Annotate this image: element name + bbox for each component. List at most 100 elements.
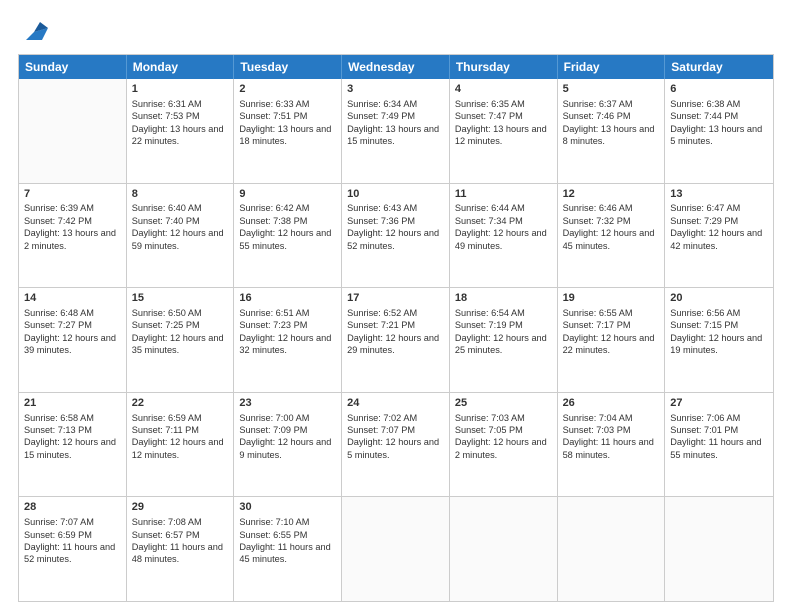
day-number: 10 bbox=[347, 187, 444, 202]
daylight-text: Daylight: 12 hours and 32 minutes. bbox=[239, 332, 336, 357]
calendar-cell: 12Sunrise: 6:46 AMSunset: 7:32 PMDayligh… bbox=[558, 184, 666, 288]
calendar-cell: 24Sunrise: 7:02 AMSunset: 7:07 PMDayligh… bbox=[342, 393, 450, 497]
sunset-text: Sunset: 7:25 PM bbox=[132, 319, 229, 331]
calendar-row: 1Sunrise: 6:31 AMSunset: 7:53 PMDaylight… bbox=[19, 79, 773, 184]
daylight-text: Daylight: 13 hours and 18 minutes. bbox=[239, 123, 336, 148]
calendar-cell: 22Sunrise: 6:59 AMSunset: 7:11 PMDayligh… bbox=[127, 393, 235, 497]
sunrise-text: Sunrise: 7:00 AM bbox=[239, 412, 336, 424]
day-number: 28 bbox=[24, 500, 121, 515]
day-number: 23 bbox=[239, 396, 336, 411]
day-number: 17 bbox=[347, 291, 444, 306]
sunset-text: Sunset: 7:15 PM bbox=[670, 319, 768, 331]
logo-icon bbox=[20, 18, 48, 46]
sunset-text: Sunset: 7:32 PM bbox=[563, 215, 660, 227]
calendar-cell: 23Sunrise: 7:00 AMSunset: 7:09 PMDayligh… bbox=[234, 393, 342, 497]
calendar-cell: 5Sunrise: 6:37 AMSunset: 7:46 PMDaylight… bbox=[558, 79, 666, 183]
sunrise-text: Sunrise: 6:43 AM bbox=[347, 202, 444, 214]
daylight-text: Daylight: 12 hours and 29 minutes. bbox=[347, 332, 444, 357]
day-number: 21 bbox=[24, 396, 121, 411]
sunrise-text: Sunrise: 6:54 AM bbox=[455, 307, 552, 319]
daylight-text: Daylight: 12 hours and 12 minutes. bbox=[132, 436, 229, 461]
sunset-text: Sunset: 7:46 PM bbox=[563, 110, 660, 122]
sunrise-text: Sunrise: 7:04 AM bbox=[563, 412, 660, 424]
daylight-text: Daylight: 12 hours and 59 minutes. bbox=[132, 227, 229, 252]
calendar-cell: 27Sunrise: 7:06 AMSunset: 7:01 PMDayligh… bbox=[665, 393, 773, 497]
calendar-row: 14Sunrise: 6:48 AMSunset: 7:27 PMDayligh… bbox=[19, 288, 773, 393]
sunset-text: Sunset: 6:59 PM bbox=[24, 529, 121, 541]
calendar-cell: 6Sunrise: 6:38 AMSunset: 7:44 PMDaylight… bbox=[665, 79, 773, 183]
calendar-cell: 29Sunrise: 7:08 AMSunset: 6:57 PMDayligh… bbox=[127, 497, 235, 601]
day-number: 8 bbox=[132, 187, 229, 202]
sunset-text: Sunset: 7:42 PM bbox=[24, 215, 121, 227]
calendar-cell: 16Sunrise: 6:51 AMSunset: 7:23 PMDayligh… bbox=[234, 288, 342, 392]
daylight-text: Daylight: 12 hours and 22 minutes. bbox=[563, 332, 660, 357]
calendar-cell: 30Sunrise: 7:10 AMSunset: 6:55 PMDayligh… bbox=[234, 497, 342, 601]
calendar-cell: 25Sunrise: 7:03 AMSunset: 7:05 PMDayligh… bbox=[450, 393, 558, 497]
sunrise-text: Sunrise: 6:47 AM bbox=[670, 202, 768, 214]
sunrise-text: Sunrise: 6:39 AM bbox=[24, 202, 121, 214]
calendar-cell: 8Sunrise: 6:40 AMSunset: 7:40 PMDaylight… bbox=[127, 184, 235, 288]
calendar-cell: 9Sunrise: 6:42 AMSunset: 7:38 PMDaylight… bbox=[234, 184, 342, 288]
day-number: 15 bbox=[132, 291, 229, 306]
sunset-text: Sunset: 7:09 PM bbox=[239, 424, 336, 436]
weekday-header: Sunday bbox=[19, 55, 127, 79]
sunset-text: Sunset: 7:13 PM bbox=[24, 424, 121, 436]
sunrise-text: Sunrise: 7:10 AM bbox=[239, 516, 336, 528]
sunrise-text: Sunrise: 6:31 AM bbox=[132, 98, 229, 110]
sunset-text: Sunset: 7:03 PM bbox=[563, 424, 660, 436]
sunrise-text: Sunrise: 6:44 AM bbox=[455, 202, 552, 214]
sunset-text: Sunset: 7:21 PM bbox=[347, 319, 444, 331]
sunrise-text: Sunrise: 6:37 AM bbox=[563, 98, 660, 110]
day-number: 27 bbox=[670, 396, 768, 411]
sunset-text: Sunset: 7:23 PM bbox=[239, 319, 336, 331]
daylight-text: Daylight: 12 hours and 39 minutes. bbox=[24, 332, 121, 357]
calendar-body: 1Sunrise: 6:31 AMSunset: 7:53 PMDaylight… bbox=[19, 79, 773, 601]
sunset-text: Sunset: 7:19 PM bbox=[455, 319, 552, 331]
calendar-row: 21Sunrise: 6:58 AMSunset: 7:13 PMDayligh… bbox=[19, 393, 773, 498]
day-number: 12 bbox=[563, 187, 660, 202]
sunset-text: Sunset: 7:40 PM bbox=[132, 215, 229, 227]
sunset-text: Sunset: 7:36 PM bbox=[347, 215, 444, 227]
calendar-cell: 2Sunrise: 6:33 AMSunset: 7:51 PMDaylight… bbox=[234, 79, 342, 183]
daylight-text: Daylight: 13 hours and 22 minutes. bbox=[132, 123, 229, 148]
weekday-header: Wednesday bbox=[342, 55, 450, 79]
sunset-text: Sunset: 7:49 PM bbox=[347, 110, 444, 122]
calendar-cell bbox=[450, 497, 558, 601]
day-number: 4 bbox=[455, 82, 552, 97]
daylight-text: Daylight: 13 hours and 15 minutes. bbox=[347, 123, 444, 148]
daylight-text: Daylight: 12 hours and 49 minutes. bbox=[455, 227, 552, 252]
daylight-text: Daylight: 13 hours and 8 minutes. bbox=[563, 123, 660, 148]
day-number: 20 bbox=[670, 291, 768, 306]
calendar-header-row: SundayMondayTuesdayWednesdayThursdayFrid… bbox=[19, 55, 773, 79]
day-number: 13 bbox=[670, 187, 768, 202]
calendar-cell: 19Sunrise: 6:55 AMSunset: 7:17 PMDayligh… bbox=[558, 288, 666, 392]
calendar-cell: 15Sunrise: 6:50 AMSunset: 7:25 PMDayligh… bbox=[127, 288, 235, 392]
calendar-cell: 7Sunrise: 6:39 AMSunset: 7:42 PMDaylight… bbox=[19, 184, 127, 288]
day-number: 14 bbox=[24, 291, 121, 306]
calendar-cell: 3Sunrise: 6:34 AMSunset: 7:49 PMDaylight… bbox=[342, 79, 450, 183]
calendar-row: 28Sunrise: 7:07 AMSunset: 6:59 PMDayligh… bbox=[19, 497, 773, 601]
calendar-cell: 11Sunrise: 6:44 AMSunset: 7:34 PMDayligh… bbox=[450, 184, 558, 288]
sunrise-text: Sunrise: 6:56 AM bbox=[670, 307, 768, 319]
daylight-text: Daylight: 11 hours and 45 minutes. bbox=[239, 541, 336, 566]
sunrise-text: Sunrise: 6:35 AM bbox=[455, 98, 552, 110]
daylight-text: Daylight: 13 hours and 5 minutes. bbox=[670, 123, 768, 148]
weekday-header: Tuesday bbox=[234, 55, 342, 79]
calendar-cell: 17Sunrise: 6:52 AMSunset: 7:21 PMDayligh… bbox=[342, 288, 450, 392]
daylight-text: Daylight: 12 hours and 52 minutes. bbox=[347, 227, 444, 252]
sunrise-text: Sunrise: 6:33 AM bbox=[239, 98, 336, 110]
daylight-text: Daylight: 12 hours and 5 minutes. bbox=[347, 436, 444, 461]
sunset-text: Sunset: 7:11 PM bbox=[132, 424, 229, 436]
day-number: 11 bbox=[455, 187, 552, 202]
sunset-text: Sunset: 6:55 PM bbox=[239, 529, 336, 541]
daylight-text: Daylight: 11 hours and 48 minutes. bbox=[132, 541, 229, 566]
sunset-text: Sunset: 7:38 PM bbox=[239, 215, 336, 227]
day-number: 24 bbox=[347, 396, 444, 411]
calendar-cell: 18Sunrise: 6:54 AMSunset: 7:19 PMDayligh… bbox=[450, 288, 558, 392]
sunrise-text: Sunrise: 6:48 AM bbox=[24, 307, 121, 319]
sunrise-text: Sunrise: 6:59 AM bbox=[132, 412, 229, 424]
sunrise-text: Sunrise: 6:50 AM bbox=[132, 307, 229, 319]
daylight-text: Daylight: 11 hours and 52 minutes. bbox=[24, 541, 121, 566]
daylight-text: Daylight: 12 hours and 25 minutes. bbox=[455, 332, 552, 357]
sunset-text: Sunset: 7:44 PM bbox=[670, 110, 768, 122]
